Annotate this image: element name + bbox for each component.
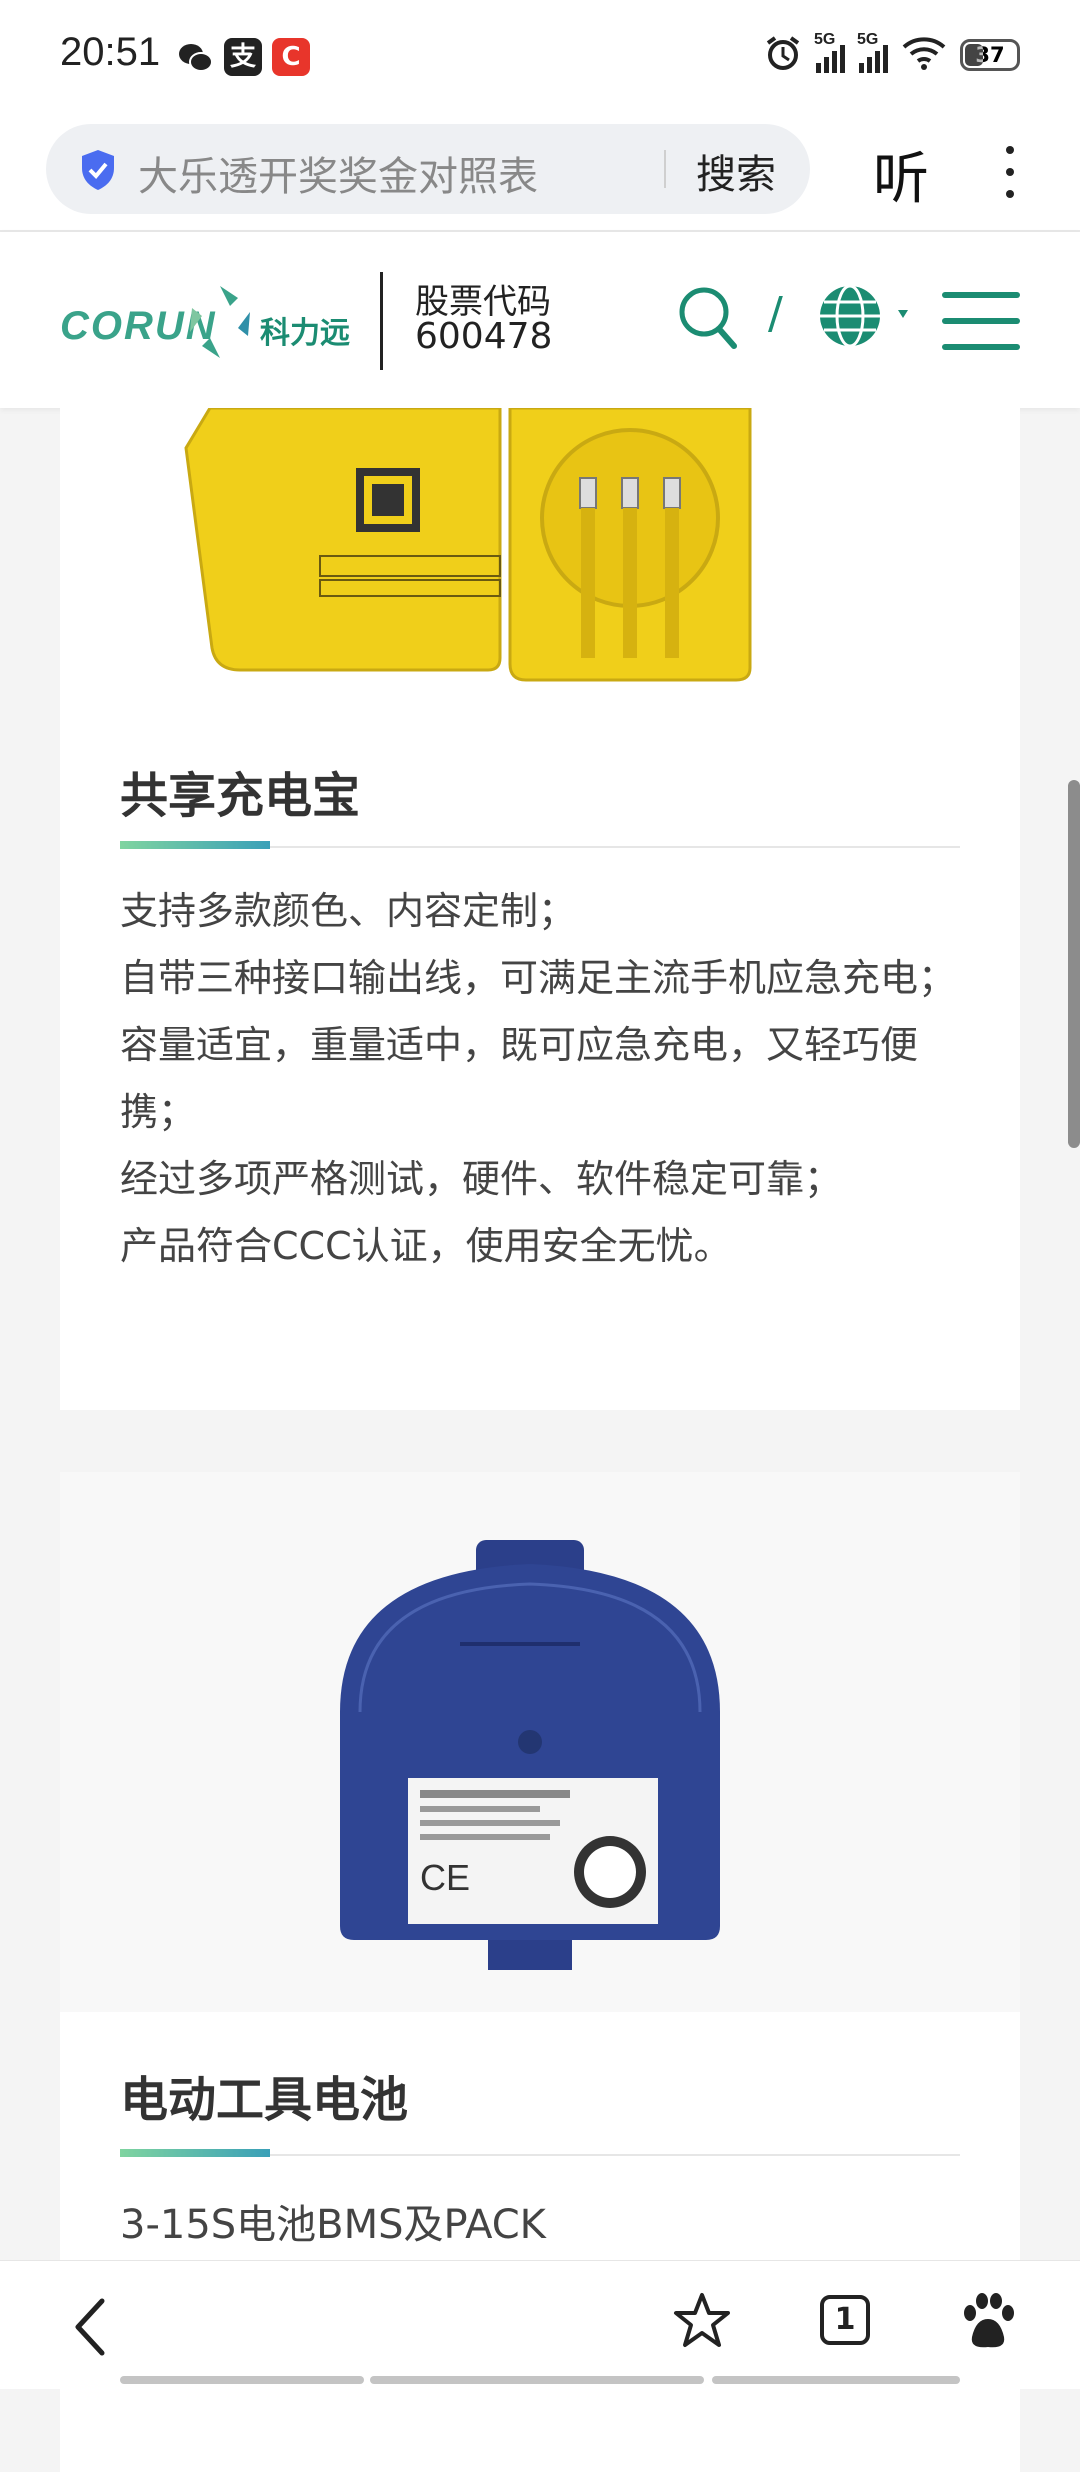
back-icon[interactable] xyxy=(70,2297,110,2361)
feature-item: 自带三种接口输出线，可满足主流手机应急充电； xyxy=(120,956,957,1000)
search-divider xyxy=(664,150,666,188)
bookmark-star-icon[interactable] xyxy=(672,2291,732,2355)
wifi-icon xyxy=(902,35,946,75)
site-header: CORUN 科力远 股票代码 600478 / xyxy=(0,232,1080,408)
app-c-icon: C xyxy=(272,38,310,76)
alipay-icon: 支 xyxy=(224,38,262,76)
feature-item: 产品符合CCC认证，使用安全无忧。 xyxy=(120,1224,732,1268)
home-indicator xyxy=(370,2376,704,2384)
feature-item: 容量适宜，重量适中，既可应急充电，又轻巧便携； xyxy=(120,1023,919,1134)
feature-item: 经过多项严格测试，硬件、软件稳定可靠； xyxy=(120,1157,843,1201)
product-card: 共享充电宝 支持多款颜色、内容定制； 自带三种接口输出线，可满足主流手机应急充电… xyxy=(60,408,1020,1410)
image-area: CE xyxy=(60,1472,1020,2012)
title-underline xyxy=(120,2149,960,2157)
logo-mark-icon xyxy=(190,286,250,358)
stock-code: 600478 xyxy=(415,316,553,357)
browser-bottom-nav: 1 xyxy=(0,2260,1080,2389)
product-subtitle: 3-15S电池BMS及PACK xyxy=(120,2202,546,2248)
feature-item: 支持多款颜色、内容定制； xyxy=(120,889,577,933)
language-globe-icon[interactable] xyxy=(816,282,916,356)
status-bar: 20:51 支 C 5G 5G 37 xyxy=(0,0,1080,110)
browser-toolbar: 大乐透开奖奖金对照表 搜索 听 xyxy=(0,110,1080,232)
power-tool-battery-image: CE xyxy=(340,1540,720,1970)
baidu-paw-icon[interactable] xyxy=(960,2291,1016,2355)
status-indicators: 5G 5G 37 xyxy=(764,31,1020,76)
product-title: 共享充电宝 xyxy=(120,768,361,824)
search-query-text[interactable]: 大乐透开奖奖金对照表 xyxy=(138,144,538,202)
hamburger-menu-icon[interactable] xyxy=(942,292,1020,370)
header-divider xyxy=(380,272,383,370)
home-indicator xyxy=(120,2376,364,2384)
product-title: 电动工具电池 xyxy=(120,2072,409,2128)
wechat-icon xyxy=(176,38,214,76)
site-search-icon[interactable] xyxy=(678,286,738,354)
status-time: 20:51 xyxy=(60,30,161,74)
more-menu-icon[interactable] xyxy=(1006,146,1014,212)
svg-text:CE: CE xyxy=(420,1857,470,1898)
home-indicator xyxy=(712,2376,960,2384)
alarm-icon xyxy=(764,34,802,76)
header-slash: / xyxy=(768,288,783,339)
signal-1-icon: 5G xyxy=(814,31,845,73)
signal-2-icon: 5G xyxy=(857,31,888,73)
address-search-bar[interactable]: 大乐透开奖奖金对照表 搜索 xyxy=(46,124,810,214)
logo-cn-text: 科力远 xyxy=(260,316,350,351)
search-button[interactable]: 搜索 xyxy=(696,142,776,200)
feature-list: 支持多款颜色、内容定制； 自带三种接口输出线，可满足主流手机应急充电； 容量适宜… xyxy=(120,878,970,1280)
tabs-count-button[interactable]: 1 xyxy=(820,2295,870,2345)
listen-button[interactable]: 听 xyxy=(873,134,929,215)
power-bank-image xyxy=(60,408,1020,698)
title-underline xyxy=(120,841,960,849)
shield-icon xyxy=(78,148,118,196)
battery-icon: 37 xyxy=(960,39,1020,71)
page-scrollbar[interactable] xyxy=(1068,780,1080,1148)
